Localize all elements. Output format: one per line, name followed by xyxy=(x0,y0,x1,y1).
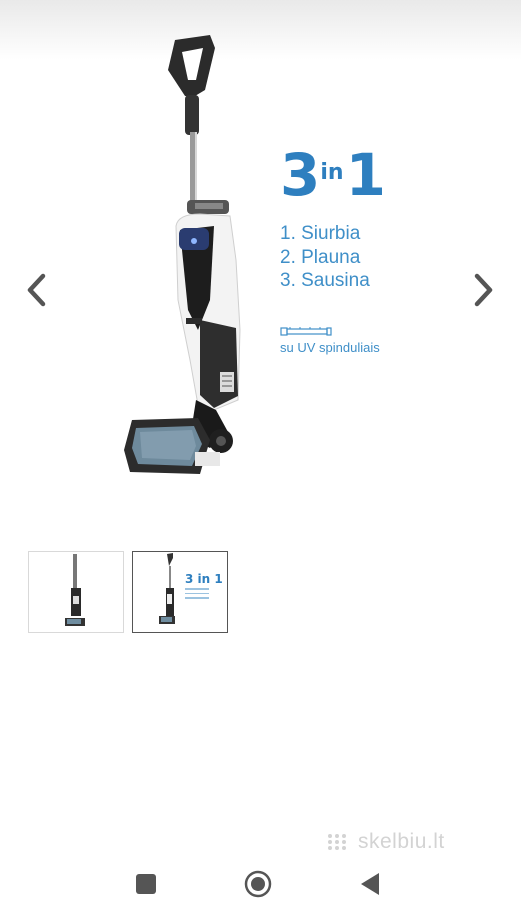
feature-item: 3. Sausina xyxy=(280,270,370,291)
feature-list: 1. Siurbia 2. Plauna 3. Sausina xyxy=(280,222,384,293)
back-button[interactable] xyxy=(356,870,384,898)
home-button[interactable] xyxy=(244,870,272,898)
promo-title: 3 in 1 xyxy=(280,141,386,209)
feature-item: 1. Siurbia xyxy=(280,223,361,244)
uv-lamp-icon xyxy=(280,326,332,336)
android-nav-bar xyxy=(0,860,521,900)
watermark: skelbiu.lt xyxy=(326,830,445,854)
promo-text: 3 in 1 1. Siurbia 2. Plauna 3. Sausina s… xyxy=(280,141,386,355)
chevron-right-icon xyxy=(474,273,493,307)
mini-line xyxy=(185,588,209,590)
recent-apps-button[interactable] xyxy=(132,870,160,898)
thumbnail-vacuum-3in1-promo[interactable]: 3 in 1 xyxy=(132,551,228,633)
thumbnail-image xyxy=(159,553,175,624)
watermark-text: skelbiu.lt xyxy=(358,830,445,853)
skelbiu-logo-icon xyxy=(328,834,346,850)
mini-line xyxy=(185,597,209,599)
home-circle-icon xyxy=(244,870,272,898)
vacuum-illustration xyxy=(124,35,241,474)
square-icon xyxy=(136,874,156,894)
thumbnail-mini-title: 3 in 1 xyxy=(185,572,223,586)
thumbnail-image xyxy=(65,554,85,626)
mini-line xyxy=(185,592,209,594)
main-product-image[interactable]: 3 in 1 1. Siurbia 2. Plauna 3. Sausina s… xyxy=(0,0,521,520)
thumbnail-vacuum-photo[interactable] xyxy=(28,551,124,633)
promo-title-in: in xyxy=(320,160,344,185)
previous-image-button[interactable] xyxy=(16,268,56,312)
uv-label: su UV spinduliais xyxy=(280,339,380,355)
feature-item: 2. Plauna xyxy=(280,246,361,268)
thumbnail-mini-lines xyxy=(185,588,209,602)
uv-feature: su UV spinduliais xyxy=(280,325,384,355)
promo-title-one: 1 xyxy=(345,141,386,209)
chevron-left-icon xyxy=(27,273,46,307)
promo-title-three: 3 xyxy=(280,141,320,209)
next-image-button[interactable] xyxy=(464,268,504,312)
back-triangle-icon xyxy=(361,873,379,895)
